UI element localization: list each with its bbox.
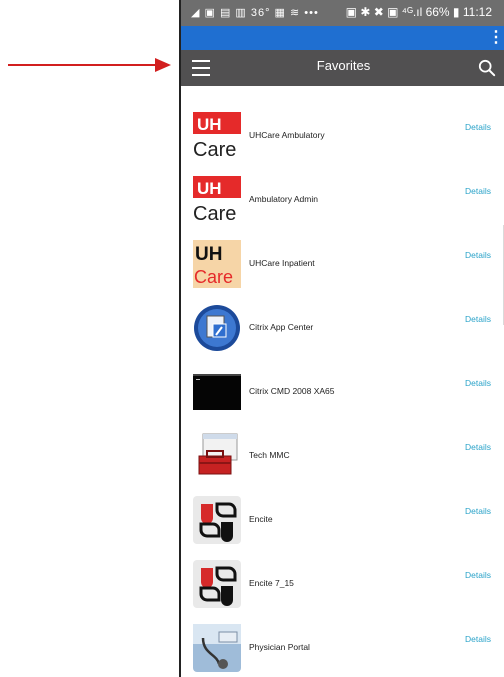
details-link[interactable]: Details	[465, 314, 491, 324]
list-item[interactable]: UH Care Ambulatory Admin Details	[181, 164, 504, 226]
encite-icon	[193, 560, 241, 608]
item-label: Tech MMC	[249, 450, 290, 460]
item-label: Ambulatory Admin	[249, 194, 318, 204]
page-title: Favorites	[316, 58, 371, 73]
uhcare-inpatient-icon: UH Care	[193, 240, 241, 288]
arrow-head	[155, 58, 171, 72]
list-item[interactable]: Citrix App Center Details	[181, 292, 504, 354]
svg-text:Care: Care	[194, 267, 233, 287]
details-link[interactable]: Details	[465, 186, 491, 196]
overflow-menu-icon[interactable]: ⋮	[488, 29, 504, 47]
uhcare-icon: UH Care	[193, 112, 241, 160]
details-link[interactable]: Details	[465, 442, 491, 452]
stethoscope-icon	[193, 624, 241, 672]
item-label: UHCare Ambulatory	[249, 130, 325, 140]
list-item[interactable]: Encite Details	[181, 484, 504, 546]
svg-text:Care: Care	[193, 203, 236, 224]
item-label: Citrix App Center	[249, 322, 314, 332]
list-item[interactable]: Physician Portal Details	[181, 612, 504, 674]
list-item[interactable]: UH Care UHCare Ambulatory Details	[181, 100, 504, 162]
item-label: Encite	[249, 514, 273, 524]
svg-text:UH: UH	[197, 115, 222, 134]
details-link[interactable]: Details	[465, 250, 491, 260]
item-label: Citrix CMD 2008 XA65	[249, 386, 335, 396]
toolbox-icon	[198, 433, 238, 475]
item-label: Encite 7_15	[249, 578, 294, 588]
item-label: UHCare Inpatient	[249, 258, 315, 268]
status-bar: ◢ ▣ ▤ ▥ 36° ▦ ≋ ••• ▣ ✱ ✖ ▣ ⁴ᴳ.ıl 66% ▮ …	[181, 0, 504, 26]
uhcare-icon: UH Care	[193, 176, 241, 224]
encite-icon	[193, 496, 241, 544]
list-item[interactable]: Citrix CMD 2008 XA65 Details	[181, 356, 504, 418]
list-item[interactable]: UH Care UHCare Inpatient Details	[181, 228, 504, 290]
details-link[interactable]: Details	[465, 378, 491, 388]
citrix-globe-icon	[194, 305, 240, 351]
svg-text:UH: UH	[197, 179, 222, 198]
list-item[interactable]: Tech MMC Details	[181, 420, 504, 482]
svg-text:UH: UH	[195, 244, 222, 265]
top-bar: ⋮	[181, 26, 504, 50]
details-link[interactable]: Details	[465, 634, 491, 644]
item-label: Physician Portal	[249, 642, 310, 652]
list-item[interactable]: Encite 7_15 Details	[181, 548, 504, 610]
status-left: ◢ ▣ ▤ ▥ 36° ▦ ≋ •••	[191, 7, 319, 19]
search-icon[interactable]	[478, 59, 496, 77]
status-right: ▣ ✱ ✖ ▣ ⁴ᴳ.ıl 66% ▮ 11:12	[345, 5, 492, 19]
arrow-line	[8, 64, 158, 66]
details-link[interactable]: Details	[465, 570, 491, 580]
svg-text:Care: Care	[193, 139, 236, 160]
command-window-icon	[193, 374, 241, 410]
details-link[interactable]: Details	[465, 122, 491, 132]
phone-screen: ◢ ▣ ▤ ▥ 36° ▦ ≋ ••• ▣ ✱ ✖ ▣ ⁴ᴳ.ıl 66% ▮ …	[179, 0, 504, 677]
details-link[interactable]: Details	[465, 506, 491, 516]
app-bar: Favorites	[181, 50, 504, 86]
